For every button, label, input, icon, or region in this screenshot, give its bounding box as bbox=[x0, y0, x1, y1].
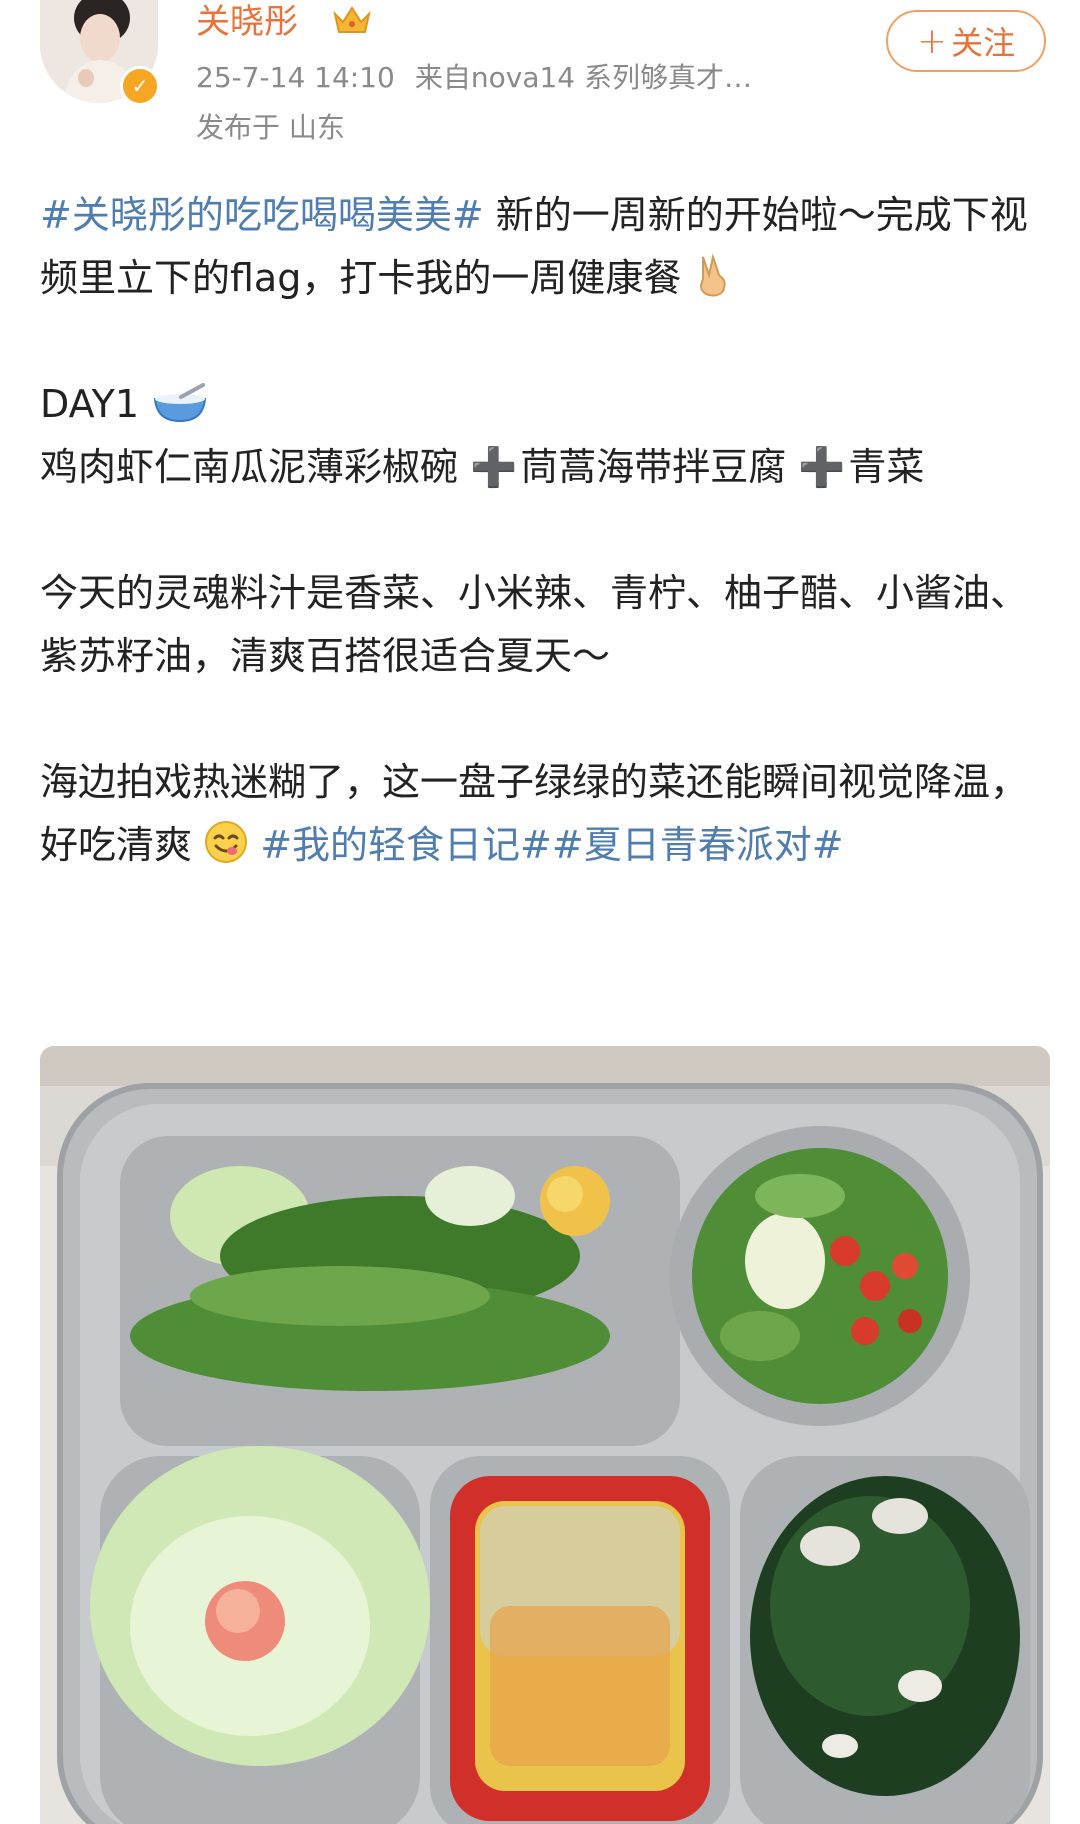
source-device[interactable]: nova14 系列够真才… bbox=[471, 61, 752, 94]
plus-icon: + bbox=[916, 20, 948, 62]
plus-symbol: ➕ bbox=[798, 445, 846, 489]
username[interactable]: 关晓彤 bbox=[196, 0, 298, 44]
timestamp: 25-7-14 14:10 bbox=[196, 61, 395, 94]
verified-badge-icon: ✓ bbox=[120, 66, 160, 106]
day-heading: DAY1 bbox=[40, 373, 1040, 436]
paragraph-sauce: 今天的灵魂料汁是香菜、小米辣、青柠、柚子醋、小酱油、紫苏籽油，清爽百搭很适合夏天… bbox=[40, 571, 1029, 678]
hashtag-link[interactable]: #夏日青春派对# bbox=[552, 823, 844, 867]
dish-2: 茼蒿海带拌豆腐 bbox=[520, 445, 787, 489]
post-meta: 25-7-14 14:10 来自nova14 系列够真才… bbox=[196, 58, 752, 98]
food-photo[interactable] bbox=[40, 1046, 1050, 1824]
follow-label: 关注 bbox=[951, 24, 1016, 62]
lunchbox-illustration bbox=[40, 1046, 1050, 1824]
plus-symbol: ➕ bbox=[470, 445, 518, 489]
dish-3: 青菜 bbox=[848, 445, 925, 489]
hashtag-link[interactable]: #关晓彤的吃吃喝喝美美# bbox=[40, 193, 484, 237]
bowl-spoon-emoji bbox=[154, 383, 207, 423]
source-label: 来自 bbox=[414, 61, 471, 94]
crown-icon bbox=[333, 6, 371, 33]
post-header: ✓ 关晓彤 25-7-14 14:10 来自nova14 系列够真才… 发布于 山… bbox=[0, 0, 1080, 150]
victory-hand-emoji bbox=[700, 253, 727, 297]
location: 发布于 山东 bbox=[196, 111, 345, 144]
dish-1: 鸡肉虾仁南瓜泥薄彩椒碗 bbox=[40, 445, 459, 489]
post-body: #关晓彤的吃吃喝喝美美# 新的一周新的开始啦～完成下视频里立下的flag，打卡我… bbox=[40, 184, 1040, 877]
follow-button[interactable]: + 关注 bbox=[886, 10, 1046, 72]
paragraph-closing: 海边拍戏热迷糊了，这一盘子绿绿的菜还能瞬间视觉降温，好吃清爽 #我的轻食日记##… bbox=[40, 751, 1040, 877]
hashtag-link[interactable]: #我的轻食日记# bbox=[260, 823, 552, 867]
yum-face-emoji bbox=[205, 821, 248, 863]
day-label: DAY1 bbox=[40, 382, 140, 426]
paragraph-intro: #关晓彤的吃吃喝喝美美# 新的一周新的开始啦～完成下视频里立下的flag，打卡我… bbox=[40, 184, 1040, 310]
dish-list: 鸡肉虾仁南瓜泥薄彩椒碗 ➕ 茼蒿海带拌豆腐 ➕ 青菜 bbox=[40, 436, 1040, 499]
